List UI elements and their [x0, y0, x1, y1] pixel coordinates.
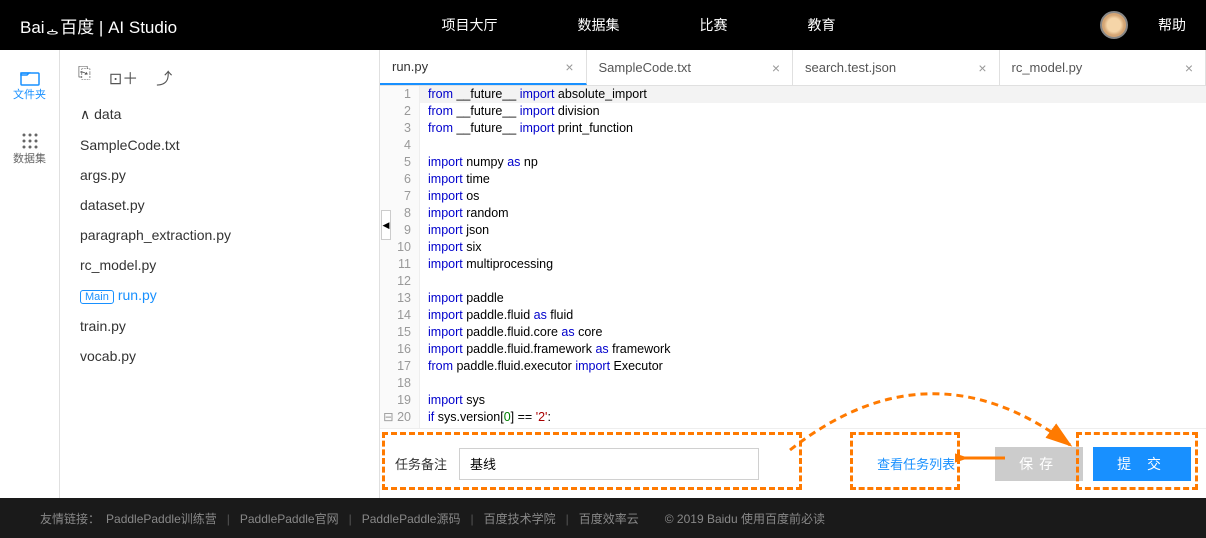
editor-tab[interactable]: run.py×: [380, 50, 587, 85]
upload-icon[interactable]: ⤴: [156, 65, 172, 89]
tree-files: SampleCode.txtargs.pydataset.pyparagraph…: [75, 130, 364, 280]
footer-label: 友情链接：: [40, 510, 100, 527]
nav-item[interactable]: 数据集: [578, 15, 620, 35]
editor-tabs: run.py×SampleCode.txt×search.test.json×r…: [380, 50, 1206, 86]
tree-item[interactable]: vocab.py: [75, 341, 364, 371]
nav-item[interactable]: 项目大厅: [442, 15, 498, 35]
footer-link[interactable]: 百度技术学院: [484, 512, 556, 526]
bottom-bar: 任务备注 查看任务列表 保存 提 交: [380, 428, 1206, 498]
logo: Baiᇰ百度 | AI Studio: [20, 13, 177, 38]
collapse-handle[interactable]: ◀: [381, 210, 391, 240]
header: Baiᇰ百度 | AI Studio 项目大厅 数据集 比赛 教育 帮助: [0, 0, 1206, 50]
sidebar-dataset[interactable]: 数据集: [13, 132, 46, 166]
remark-label: 任务备注: [395, 454, 447, 473]
editor-tab[interactable]: search.test.json×: [793, 50, 1000, 85]
tree-item[interactable]: paragraph_extraction.py: [75, 220, 364, 250]
nav-item[interactable]: 比赛: [700, 15, 728, 35]
new-file-icon[interactable]: ⎘: [78, 65, 91, 89]
file-tree: ⎘ ⊡＋ ⤴ ∧ data SampleCode.txtargs.pydatas…: [60, 50, 380, 498]
tree-item[interactable]: train.py: [75, 311, 364, 341]
save-button[interactable]: 保存: [995, 447, 1083, 481]
folder-icon: [20, 70, 40, 86]
close-icon[interactable]: ×: [1185, 60, 1193, 76]
filetree-toolbar: ⎘ ⊡＋ ⤴: [75, 60, 364, 99]
footer-links: PaddlePaddle训练营|PaddlePaddle官网|PaddlePad…: [100, 510, 645, 527]
new-folder-icon[interactable]: ⊡＋: [109, 65, 138, 89]
tree-tail-files: train.pyvocab.py: [75, 311, 364, 371]
avatar[interactable]: [1100, 11, 1128, 39]
tree-item[interactable]: rc_model.py: [75, 250, 364, 280]
main-tag: Main: [80, 290, 114, 304]
close-icon[interactable]: ×: [978, 60, 986, 76]
editor-tab[interactable]: SampleCode.txt×: [587, 50, 794, 85]
close-icon[interactable]: ×: [772, 60, 780, 76]
dataset-icon: [21, 132, 39, 150]
tree-item[interactable]: dataset.py: [75, 190, 364, 220]
help-link[interactable]: 帮助: [1158, 15, 1186, 35]
tree-item[interactable]: SampleCode.txt: [75, 130, 364, 160]
footer-copyright: © 2019 Baidu 使用百度前必读: [665, 510, 825, 527]
editor-tab[interactable]: rc_model.py×: [1000, 50, 1206, 85]
footer-link[interactable]: PaddlePaddle官网: [240, 512, 339, 526]
footer-link[interactable]: PaddlePaddle源码: [362, 512, 461, 526]
footer-link[interactable]: PaddlePaddle训练营: [106, 512, 217, 526]
main-nav: 项目大厅 数据集 比赛 教育: [177, 15, 1100, 35]
tree-main-file[interactable]: Mainrun.py: [75, 280, 364, 311]
tree-item[interactable]: args.py: [75, 160, 364, 190]
nav-item[interactable]: 教育: [808, 15, 836, 35]
left-sidebar: 文件夹 数据集: [0, 50, 60, 498]
footer-link[interactable]: 百度效率云: [579, 512, 639, 526]
view-tasks-link[interactable]: 查看任务列表: [877, 454, 955, 473]
tree-folder-data[interactable]: ∧ data: [75, 99, 364, 130]
footer: 友情链接： PaddlePaddle训练营|PaddlePaddle官网|Pad…: [0, 498, 1206, 538]
remark-input[interactable]: [459, 448, 759, 480]
sidebar-files[interactable]: 文件夹: [13, 70, 46, 102]
submit-button[interactable]: 提 交: [1093, 447, 1191, 481]
close-icon[interactable]: ×: [565, 59, 573, 75]
